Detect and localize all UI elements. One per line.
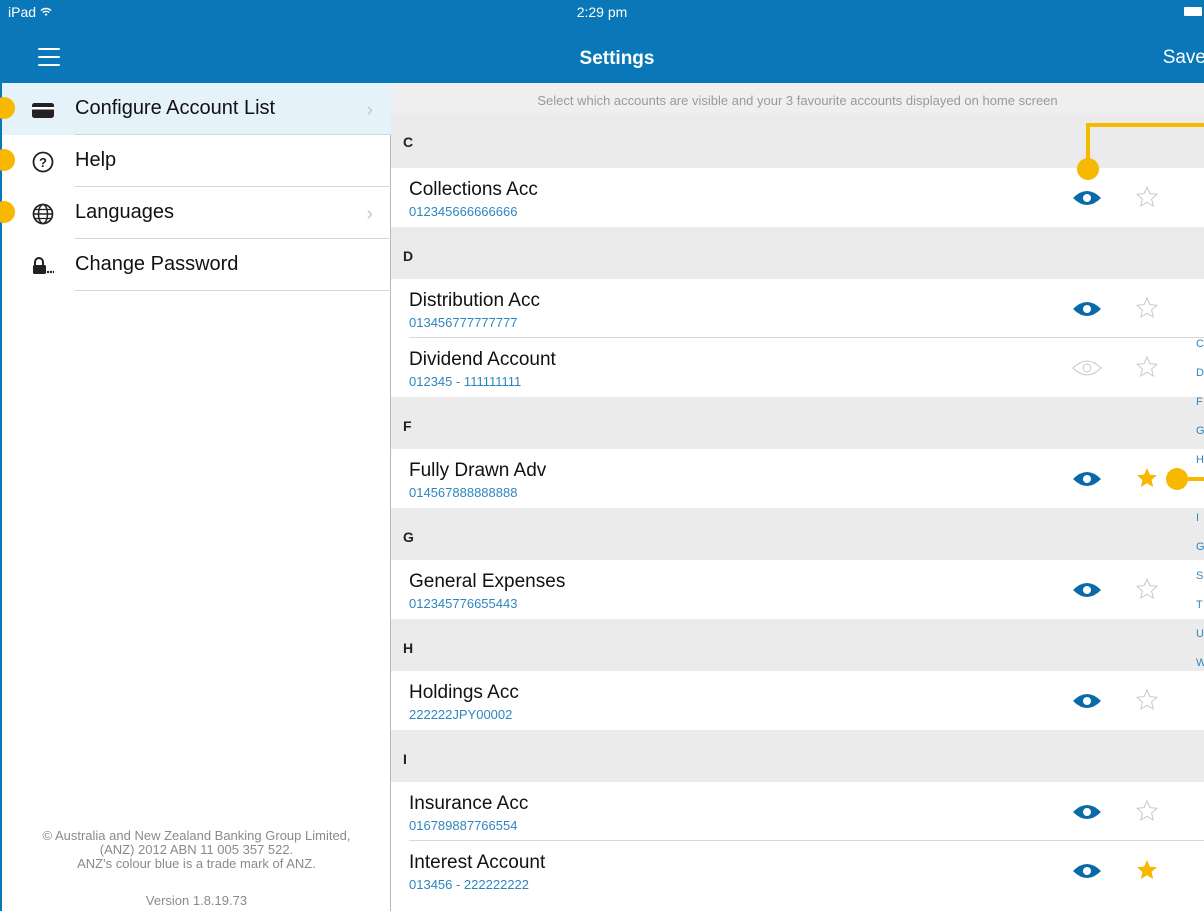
menu-item-label: Configure Account List <box>75 97 276 119</box>
eye-visible-icon[interactable] <box>1072 691 1102 711</box>
menu-item-configure-account-list[interactable]: Configure Account List › <box>0 83 391 135</box>
settings-menu-panel: Configure Account List › ? Help Language… <box>0 83 391 911</box>
app-version: Version 1.8.19.73 <box>145 893 248 908</box>
alphabet-index[interactable]: C D F G H I G S T U W <box>1196 338 1204 686</box>
section-letter: D <box>403 248 414 264</box>
callout-marker <box>1077 158 1099 180</box>
account-name: Interest Account <box>409 852 546 873</box>
eye-visible-icon[interactable] <box>1072 580 1102 600</box>
callout-marker <box>0 201 15 223</box>
svg-text:?: ? <box>39 155 47 170</box>
section-header: H <box>391 619 1204 674</box>
account-row[interactable]: Holdings Acc 222222JPY00002 <box>391 671 1204 730</box>
account-row[interactable]: General Expenses 012345776655443 <box>391 560 1204 619</box>
section-header: D <box>391 227 1204 282</box>
callout-marker <box>0 149 15 171</box>
star-filled-icon[interactable] <box>1135 858 1159 882</box>
account-number: 014567888888888 <box>409 485 518 500</box>
menu-item-languages[interactable]: Languages › <box>0 187 391 239</box>
account-name: Distribution Acc <box>409 290 540 311</box>
instruction-text: Select which accounts are visible and yo… <box>537 93 1058 108</box>
section-letter: H <box>403 640 414 656</box>
star-outline-icon[interactable] <box>1135 185 1159 209</box>
star-outline-icon[interactable] <box>1135 799 1159 823</box>
eye-visible-icon[interactable] <box>1072 802 1102 822</box>
account-name: General Expenses <box>409 571 566 592</box>
account-number: 016789887766554 <box>409 818 518 833</box>
section-letter: C <box>403 134 414 150</box>
lock-password-icon <box>33 257 54 274</box>
account-number: 013456777777777 <box>409 315 518 330</box>
star-outline-icon[interactable] <box>1135 688 1159 712</box>
account-name: Fully Drawn Adv <box>409 460 547 481</box>
eye-visible-icon[interactable] <box>1072 469 1102 489</box>
chevron-right-icon: › <box>366 99 373 121</box>
account-row[interactable]: Insurance Acc 016789887766554 <box>391 782 1204 841</box>
account-row[interactable]: Dividend Account 012345 - 111111111 <box>391 338 1204 397</box>
help-circle-icon: ? <box>32 151 54 173</box>
eye-visible-icon[interactable] <box>1072 188 1102 208</box>
section-letter: G <box>403 529 414 545</box>
account-number: 222222JPY00002 <box>409 707 513 722</box>
account-row[interactable]: Interest Account 013456 - 222222222 <box>391 841 1204 900</box>
account-name: Collections Acc <box>409 179 538 200</box>
account-name: Holdings Acc <box>409 682 519 703</box>
globe-icon <box>32 203 54 225</box>
account-row[interactable]: Fully Drawn Adv 014567888888888 <box>391 449 1204 508</box>
callout-line <box>1086 123 1204 127</box>
star-outline-icon[interactable] <box>1135 577 1159 601</box>
account-name: Insurance Acc <box>409 793 529 814</box>
account-row[interactable]: Distribution Acc 013456777777777 <box>391 279 1204 338</box>
status-bar: iPad 2:29 pm <box>0 0 1204 38</box>
section-letter: F <box>403 418 412 434</box>
card-icon <box>32 103 54 118</box>
callout-marker <box>1166 468 1188 490</box>
star-outline-icon[interactable] <box>1135 355 1159 379</box>
menu-item-label: Change Password <box>75 253 239 275</box>
battery-icon <box>1184 7 1202 16</box>
menu-item-change-password[interactable]: Change Password <box>2 239 391 291</box>
menu-item-label: Languages <box>75 201 174 223</box>
menu-item-help[interactable]: ? Help <box>0 135 391 187</box>
star-outline-icon[interactable] <box>1135 296 1159 320</box>
star-filled-icon[interactable] <box>1135 466 1159 490</box>
section-header: F <box>391 397 1204 452</box>
copyright-footer: © Australia and New Zealand Banking Grou… <box>42 828 351 871</box>
callout-marker <box>0 97 15 119</box>
section-letter: I <box>403 751 407 767</box>
account-list-panel: Select which accounts are visible and yo… <box>391 83 1204 911</box>
account-name: Dividend Account <box>409 349 556 370</box>
account-number: 013456 - 222222222 <box>409 877 530 892</box>
eye-visible-icon[interactable] <box>1072 299 1102 319</box>
eye-hidden-icon[interactable] <box>1072 358 1102 378</box>
status-time: 2:29 pm <box>576 4 628 20</box>
account-number: 012345 - 111111111 <box>409 374 522 389</box>
menu-item-label: Help <box>75 149 117 171</box>
account-number: 012345666666666 <box>409 204 518 219</box>
save-button[interactable]: Save <box>1163 47 1204 69</box>
eye-visible-icon[interactable] <box>1072 861 1102 881</box>
section-header: G <box>391 508 1204 563</box>
page-title: Settings <box>579 48 655 69</box>
section-header: I <box>391 730 1204 785</box>
account-number: 012345776655443 <box>409 596 518 611</box>
chevron-right-icon: › <box>366 203 373 225</box>
nav-bar: Settings Save <box>0 38 1204 83</box>
